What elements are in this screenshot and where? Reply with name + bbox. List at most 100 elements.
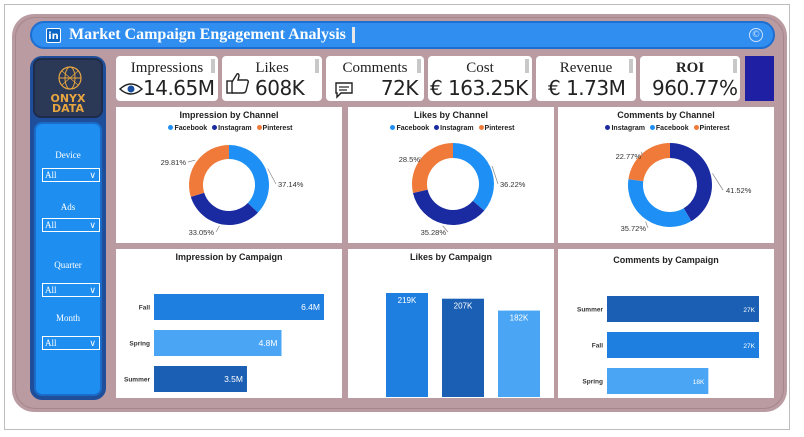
scrollbar[interactable] bbox=[211, 59, 215, 73]
data-label: 6.4M bbox=[301, 302, 320, 312]
leader-line bbox=[267, 168, 277, 185]
kpi-likes: Likes 608K bbox=[222, 56, 322, 101]
comments-by-campaign-card: Comments by Campaign Summer 27K Fall 27K Spr… bbox=[558, 249, 774, 398]
kpi-cost: Cost € 163.25K bbox=[428, 56, 532, 101]
comments-by-channel-card: Comments by Channel Instagram Facebook P… bbox=[558, 107, 774, 243]
month-dropdown-value: All bbox=[45, 338, 57, 348]
donut-chart: 41.52% 35.72% 22.77% bbox=[616, 143, 752, 233]
data-label: 207K bbox=[454, 302, 473, 311]
comment-icon bbox=[335, 82, 353, 99]
data-label: 3.5M bbox=[224, 374, 243, 384]
dashboard-canvas: in Market Campaign Engagement Analysis ©… bbox=[12, 14, 787, 412]
kpi-revenue: Revenue € 1.73M bbox=[536, 56, 636, 101]
filter-label-quarter: Quarter bbox=[54, 260, 82, 270]
slice-label: 35.28% bbox=[421, 228, 447, 237]
data-label: 182K bbox=[510, 314, 529, 323]
scrollbar[interactable] bbox=[525, 59, 529, 73]
kpi-cost-label: Cost bbox=[466, 60, 494, 76]
data-label: 27K bbox=[743, 343, 755, 350]
kpi-roi-label: ROI bbox=[675, 60, 705, 76]
likes-by-channel-card: Likes by Channel Facebook Instagram Pint… bbox=[348, 107, 554, 243]
page-title: Market Campaign Engagement Analysis bbox=[69, 26, 346, 43]
category-label: Summer bbox=[124, 377, 150, 384]
likes-by-campaign-card: Likes by Campaign 219KFall207KSummer182K… bbox=[348, 249, 554, 398]
donut-slice-facebook[interactable] bbox=[628, 179, 692, 227]
donut-chart: 36.22% 35.28% 28.5% bbox=[399, 143, 526, 237]
data-label: 219K bbox=[398, 296, 417, 305]
chevron-down-icon: ∨ bbox=[89, 285, 96, 295]
slice-label: 36.22% bbox=[500, 180, 526, 189]
category-label: Summer bbox=[577, 307, 603, 314]
kpi-comments-label: Comments bbox=[342, 60, 408, 76]
scrollbar[interactable] bbox=[417, 59, 421, 73]
kpi-comments-value: 72K bbox=[380, 76, 419, 100]
quarter-dropdown[interactable]: All ∨ bbox=[42, 283, 100, 297]
scrollbar[interactable] bbox=[733, 59, 737, 73]
data-label: 18K bbox=[693, 379, 705, 386]
bar-summer[interactable] bbox=[607, 296, 759, 322]
reset-filters-icon[interactable]: © bbox=[749, 28, 763, 42]
text-cursor bbox=[352, 27, 355, 43]
bar-spring[interactable] bbox=[498, 310, 540, 397]
kpi-roi-value: 960.77% bbox=[652, 76, 738, 100]
slice-label: 22.77% bbox=[616, 152, 642, 161]
impression-by-channel-card: Impression by Channel Facebook Instagram… bbox=[116, 107, 342, 243]
impression-by-campaign-card: Impression by Campaign Fall 6.4M Spring 4.8… bbox=[116, 249, 342, 398]
device-dropdown[interactable]: All ∨ bbox=[42, 168, 100, 182]
donut-slice-pinterest[interactable] bbox=[189, 145, 229, 197]
filter-label-month: Month bbox=[55, 313, 80, 323]
slice-label: 35.72% bbox=[621, 224, 647, 233]
globe-icon bbox=[58, 66, 82, 90]
chevron-down-icon: ∨ bbox=[89, 338, 96, 348]
data-label: 27K bbox=[743, 307, 755, 314]
donut-slice-instagram[interactable] bbox=[190, 192, 258, 226]
ads-dropdown-value: All bbox=[45, 220, 57, 230]
chevron-down-icon: ∨ bbox=[89, 170, 96, 180]
scrollbar[interactable] bbox=[315, 59, 319, 73]
month-dropdown[interactable]: All ∨ bbox=[42, 336, 100, 350]
kpi-likes-value: 608K bbox=[255, 76, 305, 100]
donut-slice-facebook[interactable] bbox=[229, 145, 269, 213]
sidebar: ONYX DATA Device All ∨ Ads All ∨ Quarter… bbox=[30, 56, 106, 400]
filter-panel: Device All ∨ Ads All ∨ Quarter All ∨ Mon… bbox=[34, 122, 102, 396]
donut-slice-instagram[interactable] bbox=[412, 189, 485, 225]
quarter-dropdown-value: All bbox=[45, 285, 57, 295]
kpi-impressions-label: Impressions bbox=[130, 60, 204, 76]
bar-summer[interactable] bbox=[442, 298, 484, 397]
donut-slice-pinterest[interactable] bbox=[628, 143, 670, 182]
kpi-accent-block bbox=[745, 56, 774, 101]
slice-label: 41.52% bbox=[726, 186, 752, 195]
category-label: Fall bbox=[139, 305, 150, 312]
donut-slice-instagram[interactable] bbox=[670, 143, 712, 222]
filter-label-ads: Ads bbox=[60, 202, 76, 212]
leader-line bbox=[187, 159, 196, 163]
bar-fall[interactable] bbox=[607, 332, 759, 358]
device-dropdown-value: All bbox=[45, 170, 57, 180]
slice-label: 28.5% bbox=[399, 155, 421, 164]
logo-text-line2: DATA bbox=[52, 102, 84, 115]
leader-line bbox=[712, 173, 724, 191]
kpi-cost-value: € 163.25K bbox=[430, 76, 528, 100]
logo: ONYX DATA bbox=[33, 58, 103, 118]
eye-icon bbox=[119, 83, 143, 95]
leader-line bbox=[215, 225, 220, 233]
donut-chart: 37.14% 33.05% 29.81% bbox=[161, 145, 304, 237]
kpi-revenue-label: Revenue bbox=[559, 60, 613, 76]
chevron-down-icon: ∨ bbox=[89, 220, 96, 230]
data-label: 4.8M bbox=[259, 338, 278, 348]
slice-label: 33.05% bbox=[189, 228, 215, 237]
filter-label-device: Device bbox=[55, 150, 81, 160]
ads-dropdown[interactable]: All ∨ bbox=[42, 218, 100, 232]
kpi-roi: ROI 960.77% bbox=[640, 56, 740, 101]
donut-slice-facebook[interactable] bbox=[453, 143, 494, 211]
donut-slice-pinterest[interactable] bbox=[412, 143, 453, 193]
bar-chart: 219KFall207KSummer182KSpring bbox=[386, 293, 540, 397]
slice-label: 37.14% bbox=[278, 180, 304, 189]
linkedin-icon[interactable]: in bbox=[46, 28, 61, 43]
thumbs-up-icon bbox=[226, 73, 250, 94]
bar-fall[interactable] bbox=[386, 293, 428, 397]
bar-chart: Summer 27K Fall 27K Spring 18K bbox=[577, 296, 759, 394]
bar-fall[interactable] bbox=[154, 294, 324, 320]
kpi-comments: Comments 72K bbox=[326, 56, 424, 101]
scrollbar[interactable] bbox=[629, 59, 633, 73]
